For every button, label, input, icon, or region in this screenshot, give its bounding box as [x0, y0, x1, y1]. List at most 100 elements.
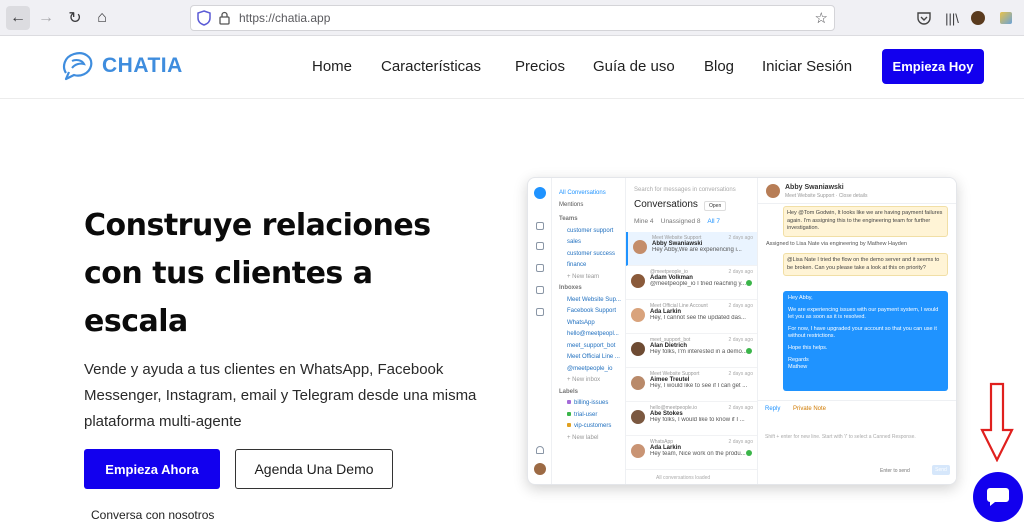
avatar — [631, 308, 645, 322]
avatar — [631, 376, 645, 390]
nav-guide[interactable]: Guía de uso — [593, 58, 675, 75]
tab-unassigned: Unassigned 8 — [660, 218, 701, 225]
mockup-rail — [528, 178, 552, 484]
reply-tab: Reply — [765, 406, 781, 412]
list-item: Meet Website Support Abby Swaniawski Hey A… — [626, 232, 757, 266]
logo[interactable]: CHATIA — [60, 51, 183, 81]
nav-home[interactable]: Home — [312, 58, 352, 75]
tab-mine: Mine 4 — [634, 218, 654, 225]
reload-icon[interactable]: ↻ — [63, 6, 87, 30]
avatar — [631, 410, 645, 424]
sidebar-item: + New team — [567, 273, 600, 280]
private-note: @Lisa Nate I tried the flow on the demo … — [783, 253, 948, 276]
sidebar-item: + New inbox — [567, 377, 601, 383]
message-line: Mathew — [788, 364, 808, 370]
avatar — [633, 240, 647, 254]
settings-icon — [536, 308, 544, 316]
item-time: 2 days ago — [728, 371, 753, 377]
star-icon[interactable]: ☆ — [815, 9, 828, 27]
list-item: Meet Website Support Aimee Treutel Hey, I … — [626, 368, 757, 402]
sidebar-header: Labels — [559, 388, 579, 395]
arrow-down-icon — [980, 382, 1014, 462]
sidebar-item: Facebook Support — [567, 308, 617, 314]
book-demo-button[interactable]: Agenda Una Demo — [235, 449, 393, 489]
sidebar-item: sales — [567, 239, 582, 245]
chat-panel: Abby Swaniawski Meet Website Support · C… — [758, 178, 956, 484]
chat-widget-button[interactable] — [973, 472, 1023, 522]
extension-icon[interactable] — [996, 8, 1016, 28]
hero-title-line: escala — [84, 304, 188, 339]
unread-dot — [746, 450, 752, 456]
sidebar-item: @meetpeople_io — [567, 365, 613, 372]
label-name: trial-user — [574, 411, 598, 418]
message-line: We are experiencing issues with our paym… — [788, 307, 939, 320]
back-icon[interactable]: ← — [6, 6, 30, 30]
account-icon[interactable] — [968, 8, 988, 28]
address-bar[interactable]: https://chatia.app ☆ — [190, 5, 835, 31]
url-text: https://chatia.app — [239, 11, 331, 25]
hero-title: Construye relaciones con tus clientes a … — [84, 202, 504, 346]
hero-subtitle-line: Vende y ayuda a tus clientes en WhatsApp… — [84, 361, 444, 378]
user-avatar — [534, 463, 546, 475]
item-message: Hey folks, I would like to know if I ... — [650, 417, 745, 423]
bell-icon — [536, 446, 544, 454]
message-line: For now, I have upgraded your account so… — [788, 326, 937, 339]
logo-text: CHATIA — [102, 54, 183, 77]
home-icon[interactable]: ⌂ — [90, 6, 114, 30]
sidebar-item: Meet Official Line ... — [567, 354, 620, 360]
sidebar-item: meet_support_bot — [567, 342, 616, 349]
sidebar-item: Meet Website Sup... — [567, 296, 621, 303]
send-button: Send — [932, 465, 950, 475]
campaign-icon — [536, 286, 544, 294]
status-dropdown: Open — [704, 201, 727, 211]
contacts-icon — [536, 242, 544, 250]
sidebar-header: Teams — [559, 216, 578, 222]
enter-to-send: Enter to send — [880, 468, 910, 474]
tab-all: All 7 — [707, 218, 721, 225]
item-time: 2 days ago — [728, 337, 753, 343]
sidebar-item: Mentions — [559, 201, 584, 208]
label-swatch — [567, 423, 571, 428]
reply-placeholder: Shift + enter for new line. Start with '… — [765, 434, 916, 440]
item-message: Hey folks, I'm interested in a demo... — [650, 349, 747, 355]
hero-title-line: con tus clientes a — [84, 256, 373, 291]
item-message: Hey, I would like to see if I can get ..… — [650, 383, 748, 389]
library-icon[interactable]: |||\ — [942, 8, 962, 28]
sidebar-item: hello@meetpeopl... — [567, 331, 619, 337]
sidebar-item: finance — [567, 262, 587, 268]
chat-bubble-icon — [987, 488, 1009, 506]
forward-icon[interactable]: → — [34, 6, 58, 30]
label-name: vip-customers — [574, 423, 612, 429]
nav-login[interactable]: Iniciar Sesión — [762, 58, 852, 75]
talk-to-us-link[interactable]: Conversa con nosotros — [91, 508, 214, 522]
sidebar-item: customer success — [567, 250, 616, 257]
avatar — [631, 274, 645, 288]
system-message: Assigned to Lisa Nate via engineering by… — [766, 241, 907, 247]
sidebar-header: Inboxes — [559, 285, 582, 291]
mockup-sidebar: All Conversations Mentions Teams custome… — [552, 178, 626, 484]
browser-toolbar: ← → ↻ ⌂ https://chatia.app ☆ |||\ — [0, 0, 1024, 36]
nav-blog[interactable]: Blog — [704, 58, 734, 75]
sidebar-item: All Conversations — [559, 190, 606, 196]
message-line: Regards — [788, 357, 809, 363]
pocket-icon[interactable] — [914, 8, 934, 28]
conversation-list: Search for messages in conversations Con… — [626, 178, 758, 484]
chat-header: Abby Swaniawski Meet Website Support · C… — [758, 178, 956, 204]
logo-icon — [63, 52, 93, 81]
item-message: Hey Abby,We are experiencing i... — [652, 247, 742, 253]
nav-features[interactable]: Características — [381, 58, 481, 75]
list-footer: All conversations loaded — [656, 475, 711, 481]
hero-title-line: Construye relaciones — [84, 208, 431, 243]
avatar — [631, 444, 645, 458]
lock-icon — [219, 11, 230, 25]
label-swatch — [567, 411, 571, 416]
label-swatch — [567, 400, 571, 405]
list-title: Conversations — [634, 199, 698, 210]
list-item: Meet Official Line Account Ada Larkin Hey,… — [626, 300, 757, 334]
shield-icon — [197, 10, 211, 26]
start-today-button[interactable]: Empieza Hoy — [882, 49, 984, 84]
start-now-button[interactable]: Empieza Ahora — [84, 449, 220, 489]
message-line: Hope this helps. — [788, 345, 828, 351]
avatar — [631, 342, 645, 356]
nav-pricing[interactable]: Precios — [515, 58, 565, 75]
